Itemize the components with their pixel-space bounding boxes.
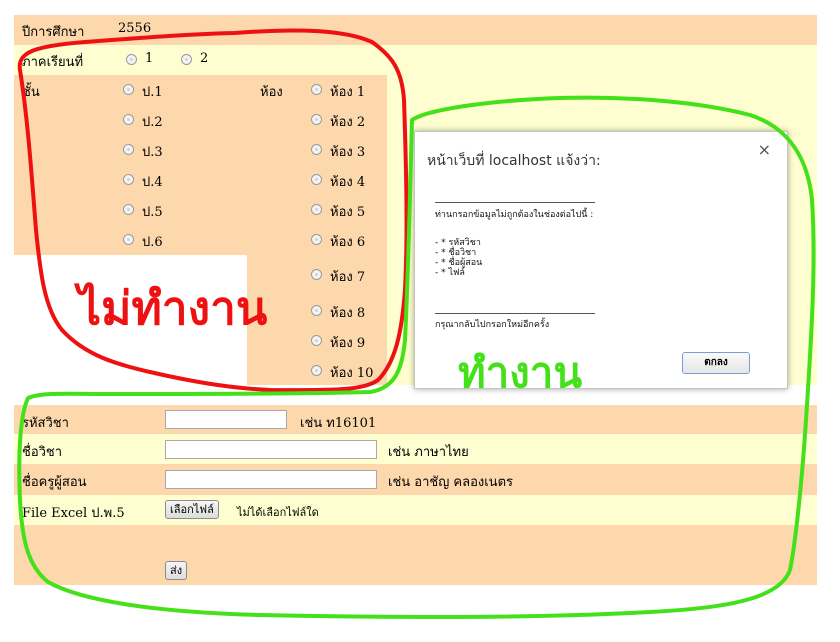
working-annotation: ทำงาน — [458, 348, 583, 397]
green-annotation-loop — [17, 95, 816, 619]
not-working-annotation: ไม่ทำงาน — [78, 281, 268, 335]
